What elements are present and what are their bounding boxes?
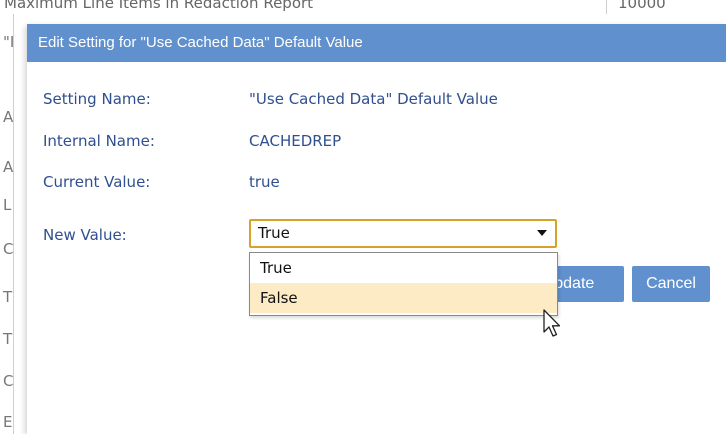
new-value-label: New Value: — [43, 226, 127, 244]
new-value-select[interactable]: True — [249, 219, 557, 248]
background-column-divider-left — [13, 14, 14, 434]
background-cell-text: A — [3, 108, 14, 126]
chevron-down-icon[interactable] — [537, 230, 547, 236]
dialog-title: Edit Setting for "Use Cached Data" Defau… — [27, 24, 726, 62]
background-cell-text: "I — [3, 33, 15, 51]
mouse-pointer-icon — [543, 309, 561, 337]
background-cell-text: T — [3, 288, 13, 306]
background-row-value: 10000 — [618, 0, 666, 12]
select-selected-value: True — [258, 224, 290, 242]
background-table-row: Maximum Line Items in Redaction Report 1… — [0, 0, 726, 14]
background-cell-text: A — [3, 158, 14, 176]
select-dropdown-list: True False — [249, 252, 558, 316]
current-value-value: true — [249, 173, 280, 191]
background-row-name: Maximum Line Items in Redaction Report — [4, 0, 314, 12]
background-cell-text: E — [3, 413, 13, 431]
select-option-true[interactable]: True — [250, 253, 557, 283]
background-cell-text: T — [3, 330, 13, 348]
edit-setting-dialog: Edit Setting for "Use Cached Data" Defau… — [27, 24, 726, 434]
background-cell-text: C — [3, 240, 14, 258]
setting-name-label: Setting Name: — [43, 90, 151, 108]
cancel-button[interactable]: Cancel — [632, 266, 710, 302]
internal-name-value: CACHEDREP — [249, 132, 342, 150]
background-column-divider — [606, 0, 607, 14]
internal-name-label: Internal Name: — [43, 132, 155, 150]
select-option-false[interactable]: False — [250, 283, 557, 313]
background-cell-text: L — [3, 196, 12, 214]
setting-name-value: "Use Cached Data" Default Value — [249, 90, 498, 108]
current-value-label: Current Value: — [43, 173, 151, 191]
background-cell-text: C — [3, 372, 14, 390]
